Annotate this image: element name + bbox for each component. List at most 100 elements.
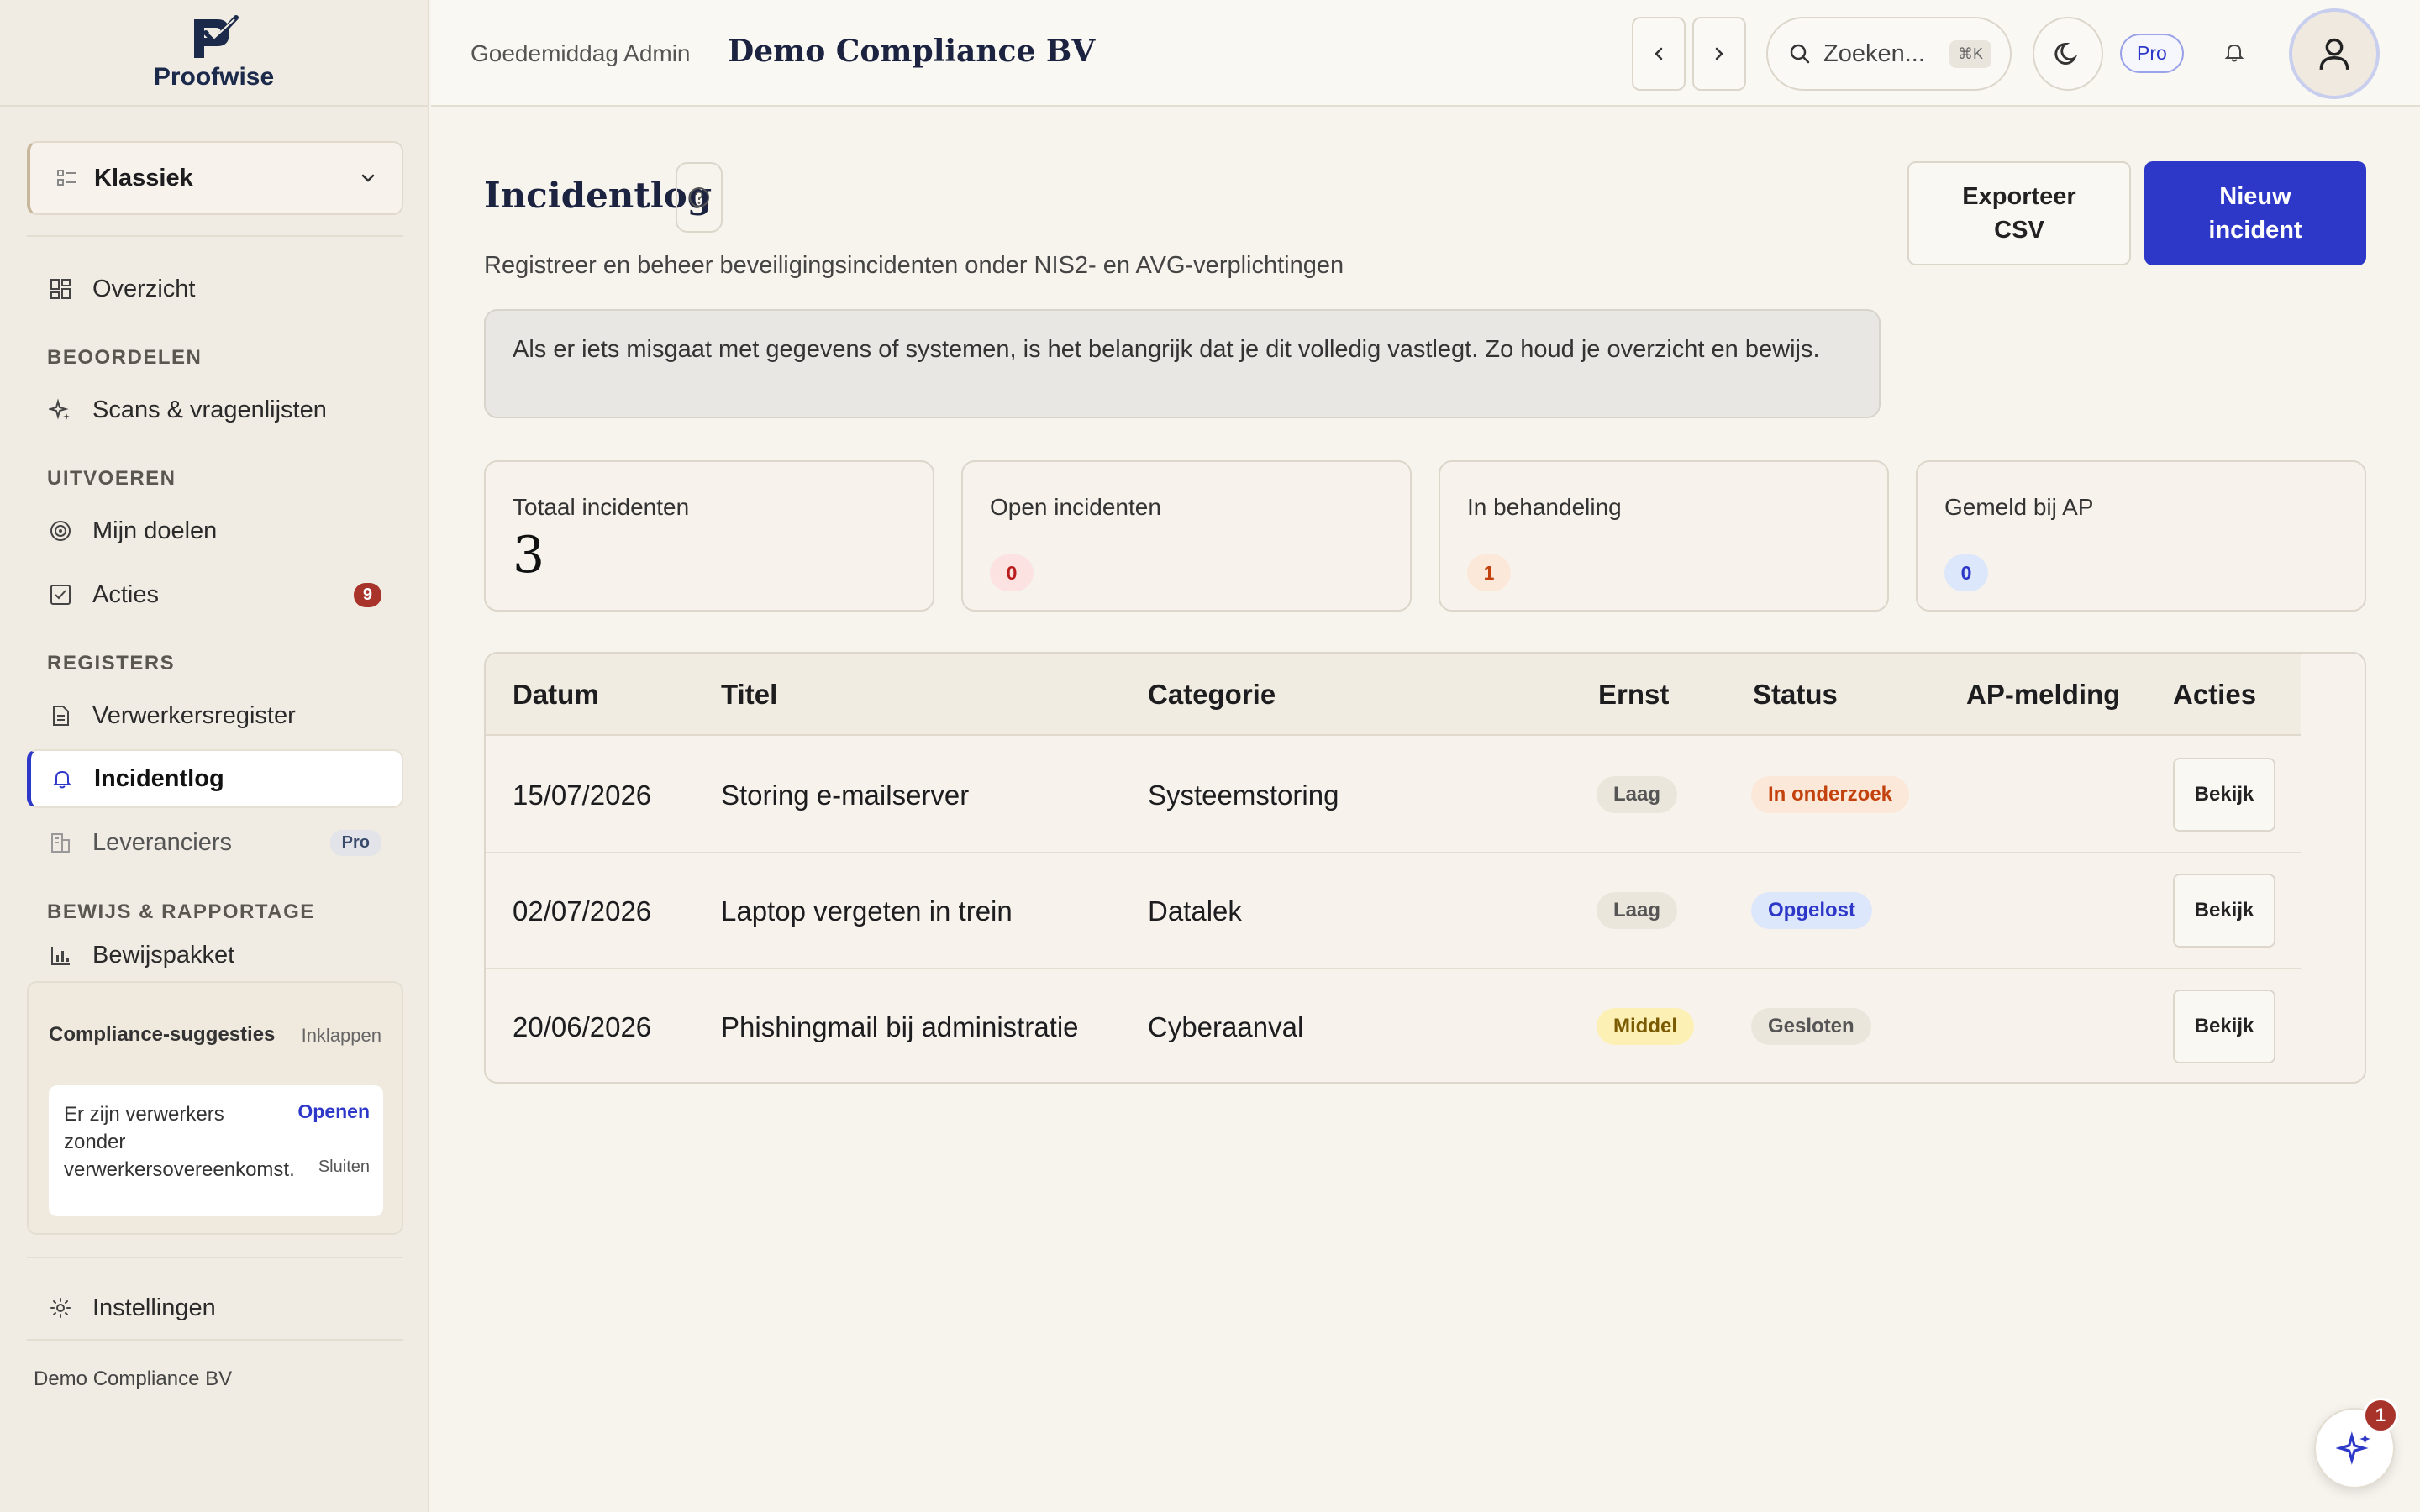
sidebar-item-settings[interactable]: Instellingen — [27, 1278, 403, 1337]
sidebar-item-label: Scans & vragenlijsten — [92, 396, 327, 423]
plan-badge[interactable]: Pro — [2120, 34, 2184, 73]
sidebar-item-label: Leveranciers — [92, 828, 233, 856]
sidebar: Proofwise Klassiek Overzicht BEOORDELEN … — [0, 0, 429, 1512]
gear-icon — [50, 1298, 71, 1318]
search-placeholder: Zoeken... — [1823, 39, 1925, 67]
target-icon — [50, 521, 71, 541]
view-selector[interactable]: Klassiek — [27, 141, 403, 215]
column-header-actions: Acties — [2173, 679, 2257, 710]
notifications-button[interactable] — [2223, 40, 2246, 68]
user-icon — [2319, 38, 2349, 70]
stat-label: Open incidenten — [990, 494, 1161, 520]
stat-card-total: Totaal incidenten 3 — [484, 460, 934, 612]
cell-title: Phishingmail bij administratie — [721, 1011, 1079, 1042]
dismiss-suggestion-button[interactable]: Sluiten — [318, 1158, 370, 1177]
chevron-left-icon — [1655, 47, 1663, 60]
view-incident-button[interactable]: Bekijk — [2173, 874, 2275, 948]
cell-title: Laptop vergeten in trein — [721, 895, 1013, 927]
column-header-date[interactable]: Datum — [513, 679, 599, 711]
info-banner: Als er iets misgaat met gegevens of syst… — [484, 309, 1881, 418]
divider — [27, 235, 403, 237]
status-badge: In onderzoek — [1751, 776, 1910, 813]
search-icon — [1790, 44, 1810, 64]
logo[interactable]: Proofwise — [0, 0, 428, 107]
severity-badge: Middel — [1597, 1008, 1694, 1045]
sidebar-item-label: Instellingen — [92, 1294, 216, 1321]
table-row[interactable]: 02/07/2026 Laptop vergeten in trein Data… — [486, 853, 2301, 969]
sidebar-item-processors[interactable]: Verwerkersregister — [27, 686, 403, 745]
sidebar-company-name: Demo Compliance BV — [34, 1368, 233, 1390]
moon-icon — [2054, 43, 2078, 65]
sidebar-item-evidence[interactable]: Bewijspakket — [27, 934, 403, 976]
stat-label: In behandeling — [1467, 494, 1622, 520]
logo-icon — [193, 14, 239, 58]
search-input[interactable]: Zoeken... ⌘K — [1766, 17, 2012, 91]
bell-icon — [52, 770, 72, 789]
view-selector-label: Klassiek — [94, 164, 193, 192]
sidebar-item-scans[interactable]: Scans & vragenlijsten — [27, 381, 403, 439]
forward-button[interactable] — [1692, 17, 1746, 91]
divider — [27, 1339, 403, 1341]
divider — [27, 1257, 403, 1258]
section-label-evidence: BEWIJS & RAPPORTAGE — [47, 900, 315, 923]
actions-count-badge: 9 — [353, 582, 381, 607]
dashboard-icon — [50, 279, 71, 299]
company-title: Demo Compliance BV — [728, 34, 1096, 69]
open-suggestion-link[interactable]: Openen — [297, 1100, 370, 1123]
severity-badge: Laag — [1597, 892, 1678, 929]
cell-title: Storing e-mailserver — [721, 780, 970, 811]
view-incident-button[interactable]: Bekijk — [2173, 990, 2275, 1063]
new-incident-button[interactable]: Nieuw incident — [2144, 161, 2366, 265]
export-csv-button[interactable]: Exporteer CSV — [1907, 161, 2131, 265]
column-header-title[interactable]: Titel — [721, 679, 777, 711]
stat-card-open: Open incidenten 0 — [961, 460, 1412, 612]
suggestion-card: Er zijn verwerkers zonder verwerkersover… — [49, 1085, 383, 1216]
stat-card-in-progress: In behandeling 1 — [1439, 460, 1889, 612]
chevron-down-icon — [361, 174, 375, 182]
sidebar-item-actions[interactable]: Acties 9 — [27, 565, 403, 624]
cell-date: 15/07/2026 — [513, 780, 652, 811]
view-incident-button[interactable]: Bekijk — [2173, 758, 2275, 832]
help-button[interactable] — [676, 162, 723, 233]
table-row[interactable]: 15/07/2026 Storing e-mailserver Systeems… — [486, 738, 2301, 853]
stat-value: 3 — [513, 526, 545, 585]
chevron-right-icon — [1715, 47, 1723, 60]
question-circle-icon — [689, 187, 709, 207]
sidebar-item-label: Acties — [92, 580, 159, 608]
assistant-notification-badge: 1 — [2363, 1398, 2398, 1433]
back-button[interactable] — [1632, 17, 1686, 91]
suggestion-text: Er zijn verwerkers zonder verwerkersover… — [64, 1103, 295, 1181]
column-header-severity[interactable]: Ernst — [1598, 679, 1669, 711]
dark-mode-toggle[interactable] — [2033, 17, 2103, 91]
status-badge: Opgelost — [1751, 892, 1873, 929]
cell-category: Cyberaanval — [1148, 1011, 1304, 1042]
stat-card-reported: Gemeld bij AP 0 — [1916, 460, 2366, 612]
section-label-assess: BEOORDELEN — [47, 346, 203, 369]
sidebar-item-label: Bewijspakket — [92, 941, 235, 969]
stat-label: Gemeld bij AP — [1944, 494, 2094, 520]
sidebar-item-overview[interactable]: Overzicht — [27, 260, 403, 318]
building-icon — [51, 833, 70, 853]
user-avatar[interactable] — [2289, 8, 2380, 99]
section-label-execute: UITVOEREN — [47, 467, 176, 490]
search-shortcut: ⌘K — [1949, 39, 1991, 68]
sidebar-item-goals[interactable]: Mijn doelen — [27, 501, 403, 560]
sidebar-item-incidents[interactable]: Incidentlog — [27, 749, 403, 808]
topbar: Goedemiddag Admin Demo Compliance BV Zoe… — [431, 0, 2420, 107]
sidebar-item-suppliers[interactable]: Leveranciers Pro — [27, 813, 403, 872]
stat-label: Totaal incidenten — [513, 494, 690, 520]
table-row[interactable]: 20/06/2026 Phishingmail bij administrati… — [486, 969, 2301, 1082]
greeting: Goedemiddag Admin — [471, 40, 691, 66]
stat-value: 0 — [990, 554, 1034, 591]
column-header-ap[interactable]: AP-melding — [1966, 679, 2120, 711]
compliance-suggestions-panel: Compliance-suggesties Inklappen Er zijn … — [27, 981, 403, 1235]
list-layout-icon — [57, 170, 76, 186]
cell-date: 02/07/2026 — [513, 895, 652, 927]
stat-value: 0 — [1944, 554, 1988, 591]
sidebar-item-label: Overzicht — [92, 275, 196, 302]
column-header-status[interactable]: Status — [1753, 679, 1838, 711]
suggestions-title: Compliance-suggesties — [49, 1023, 276, 1046]
collapse-suggestions-button[interactable]: Inklappen — [302, 1025, 381, 1047]
column-header-category[interactable]: Categorie — [1148, 679, 1276, 711]
cell-date: 20/06/2026 — [513, 1011, 652, 1042]
